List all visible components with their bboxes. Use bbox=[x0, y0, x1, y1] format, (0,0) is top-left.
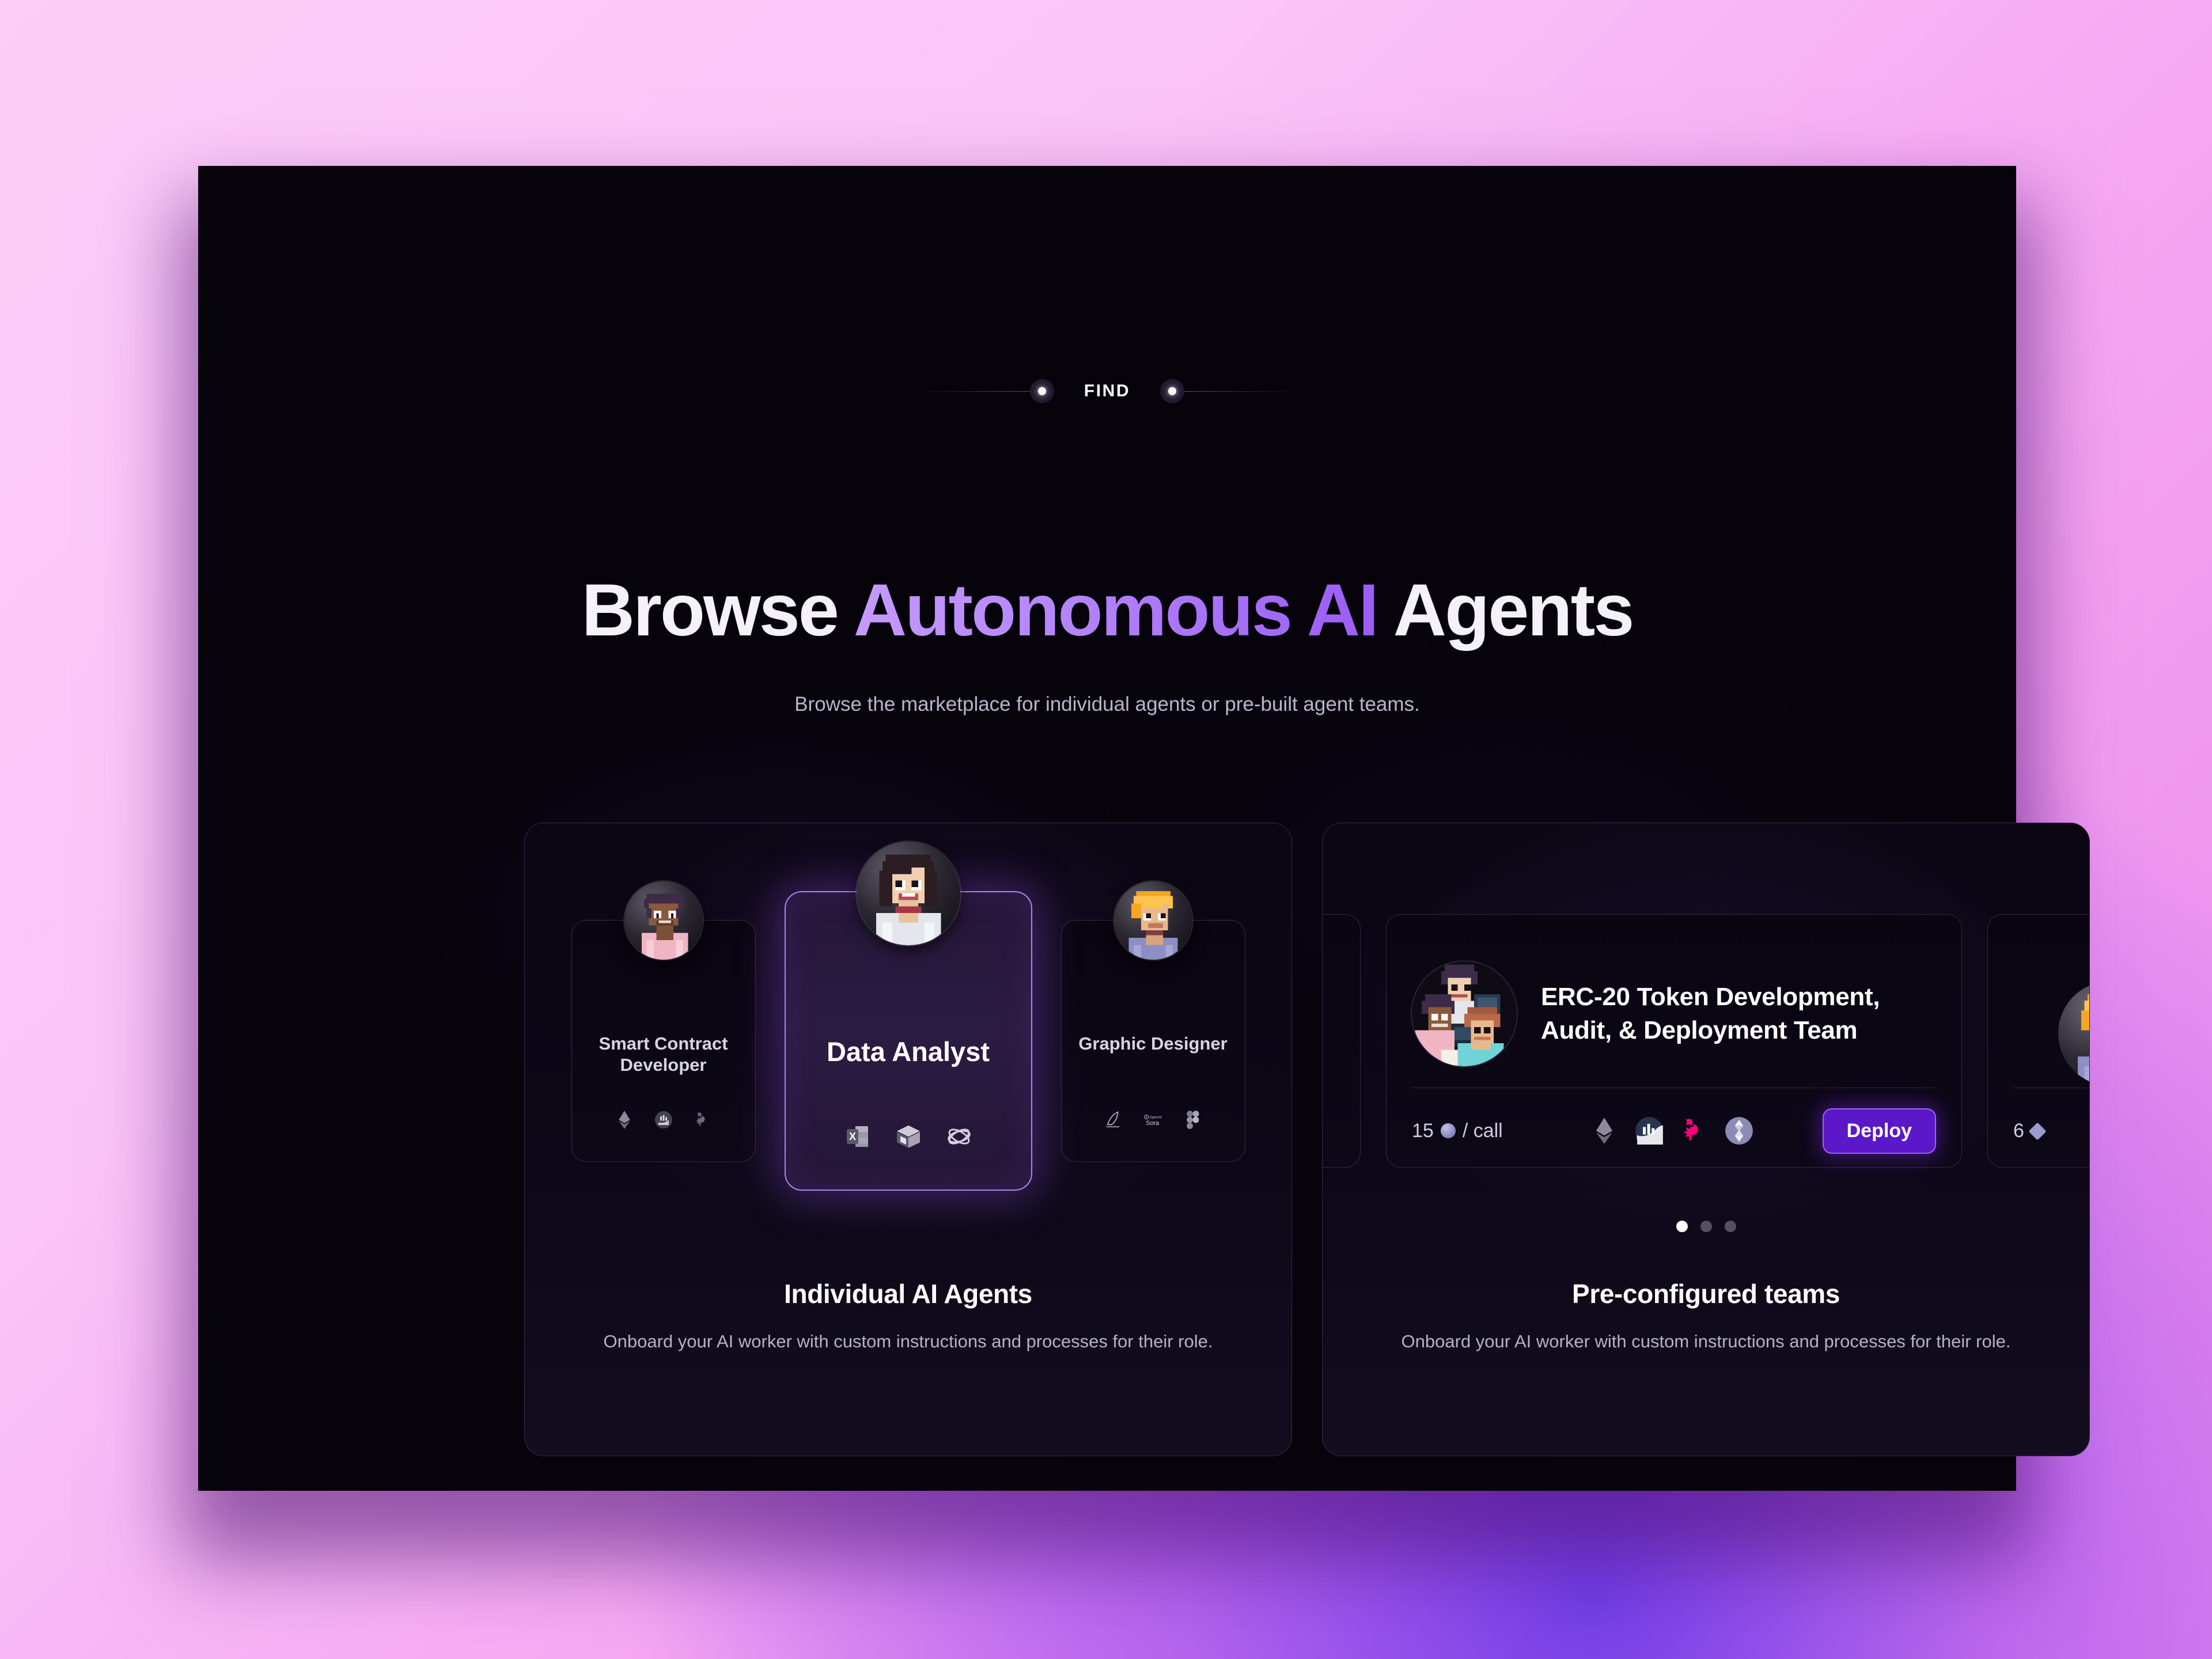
team-card-previous-preview[interactable] bbox=[1323, 914, 1361, 1168]
ethereum-icon bbox=[1589, 1116, 1619, 1146]
agent-tool-list bbox=[572, 1109, 755, 1130]
agent-tile-row: Smart Contract Developer Data Analyst X … bbox=[525, 842, 1291, 1191]
page-title: Browse Autonomous AI Agents bbox=[198, 569, 2016, 652]
token-icon bbox=[1440, 1123, 1456, 1138]
avatar-data-analyst bbox=[856, 842, 960, 945]
figma-icon bbox=[1182, 1109, 1203, 1130]
agent-tool-list: OpenAI Sora bbox=[1062, 1109, 1245, 1130]
left-card-description: Onboard your AI worker with custom instr… bbox=[603, 1331, 1213, 1351]
right-card-description: Onboard your AI worker with custom instr… bbox=[1401, 1331, 2011, 1351]
avatar-graphic-designer bbox=[1113, 881, 1192, 960]
individual-agents-card[interactable]: Smart Contract Developer Data Analyst X … bbox=[524, 823, 1292, 1456]
headline-part-2: Agents bbox=[1377, 569, 1635, 652]
team-card-next-preview[interactable]: 6 bbox=[1987, 914, 2089, 1168]
carousel-dot-3[interactable] bbox=[1724, 1221, 1736, 1232]
svg-text:OpenAI: OpenAI bbox=[1149, 1115, 1162, 1119]
agent-tile-label: Graphic Designer bbox=[1078, 1033, 1228, 1054]
team-price-value: 6 bbox=[2013, 1120, 2024, 1142]
box-3d-icon bbox=[895, 1123, 922, 1150]
carousel-dots[interactable] bbox=[1323, 1221, 2089, 1232]
team-card-erc20[interactable]: ERC-20 Token Development, Audit, & Deplo… bbox=[1386, 914, 1962, 1168]
avatar-smart-contract-developer bbox=[624, 881, 703, 960]
agent-tile-label: Data Analyst bbox=[827, 1036, 990, 1067]
agent-tile-graphic-designer[interactable]: Graphic Designer OpenAI Sora bbox=[1060, 881, 1245, 1162]
agent-tool-list: X bbox=[786, 1123, 1031, 1150]
coin-icon bbox=[653, 1109, 674, 1130]
carousel-dot-1[interactable] bbox=[1676, 1221, 1688, 1232]
team-card-footer: 15 / call Deploy bbox=[1412, 1105, 1936, 1157]
atom-icon bbox=[945, 1123, 973, 1150]
diamond-token-icon bbox=[2028, 1122, 2047, 1141]
team-price: 15 / call bbox=[1412, 1120, 1503, 1142]
eyebrow-label: FIND bbox=[1084, 381, 1131, 400]
section-eyebrow: FIND bbox=[198, 379, 2016, 403]
avatar-graphic-designer bbox=[2058, 981, 2089, 1086]
headline-accent: Autonomous AI bbox=[853, 569, 1379, 652]
offering-cards: Smart Contract Developer Data Analyst X … bbox=[524, 823, 2090, 1456]
deploy-button[interactable]: Deploy bbox=[1822, 1108, 1936, 1154]
midjourney-icon bbox=[1104, 1109, 1124, 1130]
headline-part-1: Browse bbox=[581, 569, 854, 652]
svg-text:X: X bbox=[849, 1131, 855, 1142]
uniswap-icon bbox=[1679, 1116, 1709, 1146]
showcase-panel: FIND Browse Autonomous AI Agents Browse … bbox=[198, 166, 2090, 1491]
agent-tile-label: Smart Contract Developer bbox=[599, 1033, 728, 1075]
uniswap-icon bbox=[692, 1109, 713, 1130]
svg-text:Sora: Sora bbox=[1146, 1120, 1159, 1127]
team-carousel[interactable]: ERC-20 Token Development, Audit, & Deplo… bbox=[1323, 891, 2089, 1191]
preconfigured-teams-card[interactable]: ERC-20 Token Development, Audit, & Deplo… bbox=[1322, 823, 2090, 1456]
solidity-icon bbox=[1724, 1116, 1754, 1146]
agent-tile-data-analyst[interactable]: Data Analyst X bbox=[784, 842, 1032, 1191]
team-tool-list bbox=[1589, 1116, 1754, 1146]
carousel-dot-2[interactable] bbox=[1700, 1221, 1712, 1232]
team-price: 6 bbox=[2013, 1120, 2047, 1142]
team-card-header: ERC-20 Token Development, Audit, & Deplo… bbox=[1412, 940, 1936, 1088]
team-price-unit: / call bbox=[1462, 1119, 1503, 1142]
eyebrow-line-right bbox=[1184, 391, 1300, 392]
avatar-team-group bbox=[1412, 961, 1517, 1066]
dot-marker-icon-right bbox=[1160, 379, 1185, 403]
dot-marker-icon-left bbox=[1029, 379, 1054, 403]
left-card-title: Individual AI Agents bbox=[784, 1279, 1032, 1309]
page-subtitle: Browse the marketplace for individual ag… bbox=[794, 693, 1420, 715]
agent-tile-smart-contract-developer[interactable]: Smart Contract Developer bbox=[571, 881, 756, 1162]
dune-analytics-icon bbox=[1634, 1116, 1664, 1146]
team-price-value: 15 bbox=[1412, 1119, 1434, 1142]
team-card-title: ERC-20 Token Development, Audit, & Deplo… bbox=[1541, 982, 1880, 1044]
right-card-title: Pre-configured teams bbox=[1572, 1279, 1840, 1309]
ethereum-icon bbox=[614, 1109, 635, 1130]
left-card-blurb: Individual AI Agents Onboard your AI wor… bbox=[525, 1278, 1291, 1354]
openai-sora-icon: OpenAI Sora bbox=[1143, 1109, 1164, 1130]
excel-icon: X bbox=[844, 1123, 872, 1150]
right-card-blurb: Pre-configured teams Onboard your AI wor… bbox=[1323, 1278, 2089, 1354]
eyebrow-line-left bbox=[914, 391, 1030, 392]
